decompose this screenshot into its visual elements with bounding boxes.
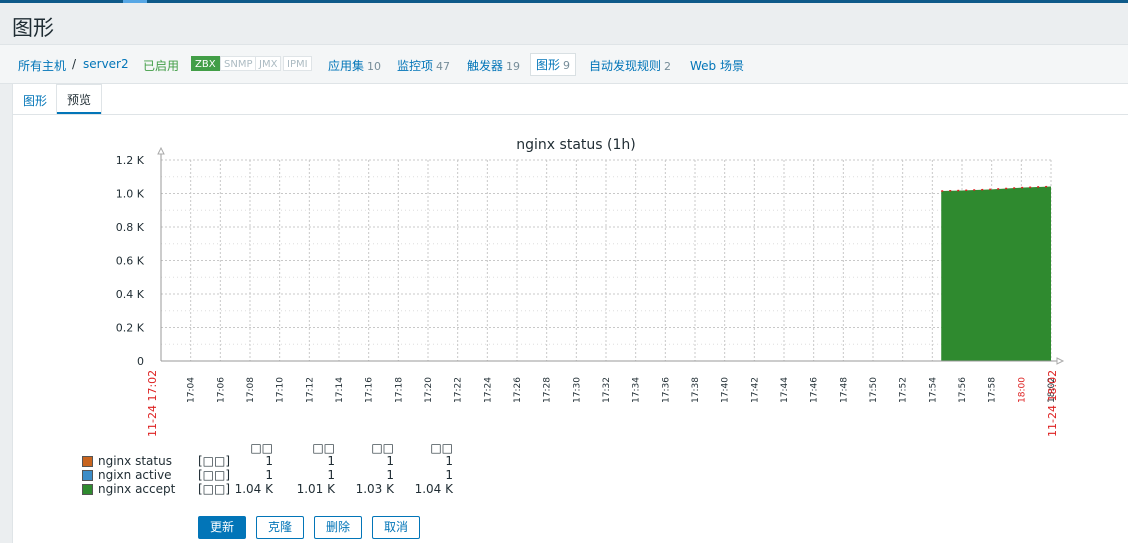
x-axis-ticks: 17:04 17:06 17:08 17:10 17:12 17:14 17:16 17:18… [146, 370, 1059, 437]
x-tick-label: 17:10 [276, 377, 286, 403]
x-tick-label: 17:16 [365, 377, 375, 403]
legend-color-swatch [82, 484, 93, 495]
legend-color-swatch [82, 470, 93, 481]
y-tick-label: 0.6 K [116, 255, 145, 268]
delete-button[interactable]: 删除 [314, 516, 362, 539]
chart-axes [157, 146, 1065, 365]
x-tick-label: 17:32 [602, 377, 612, 403]
y-tick-label: 1.0 K [116, 188, 145, 201]
legend-value: 1.04 K [414, 482, 453, 496]
x-tick-label: 17:58 [988, 377, 998, 403]
legend-value: 1 [386, 468, 394, 482]
x-tick-label: 17:56 [958, 377, 968, 403]
x-tick-label: 17:46 [810, 377, 820, 403]
y-axis-arrow-icon [157, 146, 165, 155]
legend-color-swatch [82, 456, 93, 467]
x-tick-label: 17:54 [928, 377, 938, 403]
x-tick-label: 17:48 [839, 377, 849, 403]
legend-value: 1 [386, 454, 394, 468]
x-tick-label: 17:34 [632, 377, 642, 403]
x-tick-label: 17:04 [187, 377, 197, 403]
y-tick-label: 0.4 K [116, 288, 145, 301]
x-tick-label: 17:26 [513, 377, 523, 403]
legend-value: 1 [265, 468, 273, 482]
legend-value: 1.01 K [296, 482, 335, 496]
x-axis-arrow-icon [1056, 357, 1065, 365]
clone-button[interactable]: 克隆 [256, 516, 304, 539]
x-tick-label: 17:52 [899, 377, 909, 403]
y-tick-label: 0.8 K [116, 221, 145, 234]
x-tick-label: 17:36 [661, 377, 671, 403]
y-tick-label: 1.2 K [116, 154, 145, 167]
x-tick-label: 17:12 [305, 377, 315, 403]
y-tick-label: 0.2 K [116, 322, 145, 335]
legend-value: 1 [445, 468, 453, 482]
legend-header: □□ [371, 441, 394, 455]
cancel-button[interactable]: 取消 [372, 516, 420, 539]
series-area [941, 186, 1051, 361]
legend-header: □□ [430, 441, 453, 455]
legend-value: 1.04 K [234, 482, 273, 496]
legend-series-name: nginx accept [98, 482, 176, 496]
chart-title: nginx status (1h) [516, 137, 635, 153]
update-button[interactable]: 更新 [198, 516, 246, 539]
x-tick-label: 17:14 [335, 377, 345, 403]
x-tick-label: 17:38 [691, 377, 701, 403]
y-tick-label: 0 [137, 355, 144, 368]
x-tick-label: 17:18 [394, 377, 404, 403]
legend-value: 1 [265, 454, 273, 468]
legend-header: □□ [250, 441, 273, 455]
x-tick-label: 17:30 [572, 377, 582, 403]
x-tick-label: 17:08 [246, 377, 256, 403]
legend-value: 1.03 K [355, 482, 394, 496]
x-tick-label: 17:28 [543, 377, 553, 403]
x-tick-label: 17:24 [483, 377, 493, 403]
chart-grid [161, 159, 1052, 361]
x-tick-label: 17:22 [454, 377, 464, 403]
x-end-label: 11-24 18:02 [1046, 370, 1059, 437]
legend-value: 1 [445, 454, 453, 468]
x-start-label: 11-24 17:02 [146, 370, 159, 437]
x-tick-label: 17:20 [424, 377, 434, 403]
y-axis-ticks: 1.2 K 1.0 K 0.8 K 0.6 K 0.4 K 0.2 K 0 [116, 154, 145, 368]
legend-series-name: ngixn active [98, 468, 172, 482]
x-tick-label: 17:42 [750, 377, 760, 403]
x-tick-label: 18:00 [1017, 377, 1027, 403]
x-tick-label: 17:50 [869, 377, 879, 403]
legend-value: 1 [327, 454, 335, 468]
x-tick-label: 17:40 [721, 377, 731, 403]
legend-header: □□ [312, 441, 335, 455]
chart-plot-area [941, 185, 1052, 361]
x-tick-label: 17:44 [780, 377, 790, 403]
legend-series-name: nginx status [98, 454, 172, 468]
x-tick-label: 17:06 [216, 377, 226, 403]
legend-value: 1 [327, 468, 335, 482]
